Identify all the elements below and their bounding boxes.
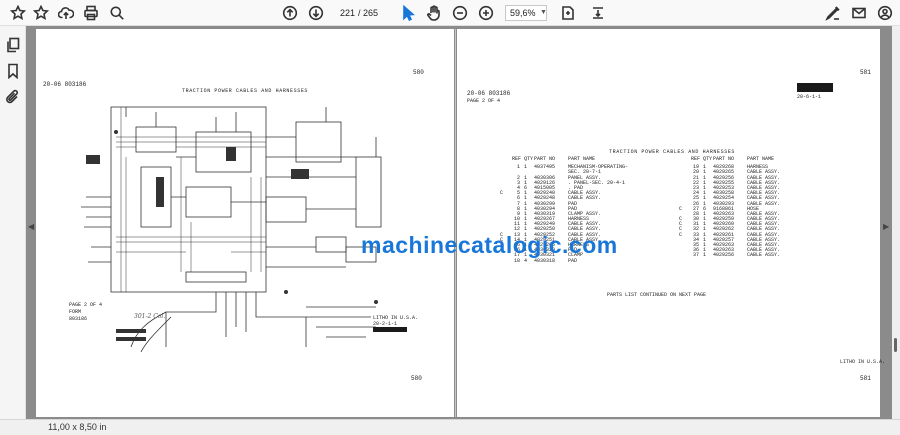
fit-page-icon[interactable]	[558, 3, 578, 23]
zoom-out-icon[interactable]	[450, 3, 470, 23]
parts-row: 18 4 4030318 PAD	[500, 257, 628, 264]
parts-cell-pn: 4030318	[534, 257, 556, 264]
select-cursor-icon[interactable]	[398, 3, 418, 23]
mail-icon[interactable]	[849, 3, 869, 23]
page-divider	[455, 29, 456, 417]
prev-page-arrow-icon[interactable]: ◀	[28, 222, 34, 231]
zoom-in-icon[interactable]	[476, 3, 496, 23]
print-icon[interactable]	[81, 3, 101, 23]
parts-cell-name: PAD	[568, 257, 578, 264]
diagram-title: TRACTION POWER CABLES AND HARNESSES	[182, 88, 309, 94]
parts-row: 37 1 4029256 CABLE ASSY.	[679, 253, 807, 258]
page-size-label: 11,00 x 8,50 in	[48, 422, 107, 432]
parts-title: TRACTION POWER CABLES AND HARNESSES	[609, 149, 736, 155]
parts-cell-name: CABLE ASSY.	[747, 252, 781, 259]
scrollbar-thumb[interactable]	[894, 338, 897, 352]
sign-icon[interactable]	[823, 3, 843, 23]
parts-cell-qty: 1	[703, 252, 707, 259]
parts-cell-ref: 37	[692, 252, 699, 259]
toolbar: 221 / 265 59,6% ▼	[0, 0, 900, 26]
hand-tool-icon[interactable]	[424, 3, 444, 23]
sub-ref: 20-6-1-1	[797, 94, 822, 100]
parts-cell-qty: 4	[524, 257, 528, 264]
search-icon[interactable]	[107, 3, 127, 23]
page-number-bottom: 580	[411, 375, 422, 382]
attachments-icon[interactable]	[3, 87, 23, 107]
pdf-viewer: 221 / 265 59,6% ▼ ◀ 580 20-06 803186 TRA…	[0, 0, 900, 435]
parts-header: REF QTY PART NO PART NAME	[512, 156, 596, 162]
page-581: 581 20-06 803186 PAGE 2 OF 4 20-6-1-1 TR…	[457, 29, 885, 417]
parts-cell-k	[500, 259, 512, 264]
page-total: / 265	[358, 8, 379, 18]
page-down-icon[interactable]	[306, 3, 326, 23]
bookmarks-icon[interactable]	[3, 61, 23, 81]
page-number-top: 581	[860, 69, 871, 76]
parts-cell-ref: 18	[513, 257, 520, 264]
doc-ref: 20-06 803186	[43, 81, 87, 88]
litho-note: LITHO IN U.S.A.	[840, 359, 886, 365]
parts-cell-k	[679, 253, 691, 258]
footer-page: PAGE 2 OF 4	[69, 302, 103, 308]
page-number-input[interactable]: 221	[333, 5, 355, 21]
pages-panel-icon[interactable]	[3, 35, 23, 55]
continued-note: PARTS LIST CONTINUED ON NEXT PAGE	[607, 292, 707, 298]
footer-form: FORM	[69, 309, 82, 315]
parts-list-right: REF QTY PART NO PART NAME 19 1 4029268 HARN…	[679, 156, 807, 259]
handwritten-note: 301-2 Col.	[134, 313, 166, 320]
status-bar: 11,00 x 8,50 in	[0, 419, 900, 435]
redaction-block	[373, 327, 407, 332]
star-outline-icon[interactable]	[31, 3, 51, 23]
page-580: 580 20-06 803186 TRACTION POWER CABLES A…	[36, 29, 454, 417]
page-of: PAGE 2 OF 4	[467, 98, 501, 104]
next-page-arrow-icon[interactable]: ▶	[883, 222, 889, 231]
footer-code: 803186	[69, 316, 88, 322]
page-number-top: 580	[413, 69, 424, 76]
account-icon[interactable]	[875, 3, 895, 23]
scroll-mode-icon[interactable]	[588, 3, 608, 23]
vertical-scrollbar[interactable]	[892, 26, 900, 419]
redaction-block	[797, 83, 833, 92]
upload-icon[interactable]	[56, 3, 76, 23]
chevron-down-icon[interactable]: ▼	[540, 5, 547, 21]
doc-ref: 20-06 803186	[467, 90, 511, 97]
page-up-icon[interactable]	[280, 3, 300, 23]
watermark-text: machinecatalogic.com	[361, 232, 618, 258]
page-number-bottom: 581	[860, 375, 871, 382]
document-area[interactable]: ◀ 580 20-06 803186 TRACTION POWER CABLES…	[26, 26, 892, 419]
left-rail	[0, 26, 26, 419]
wiring-diagram	[81, 106, 382, 353]
parts-cell-pn: 4029256	[713, 252, 735, 259]
parts-header: REF QTY PART NO PART NAME	[691, 156, 775, 162]
star-icon[interactable]	[8, 3, 28, 23]
